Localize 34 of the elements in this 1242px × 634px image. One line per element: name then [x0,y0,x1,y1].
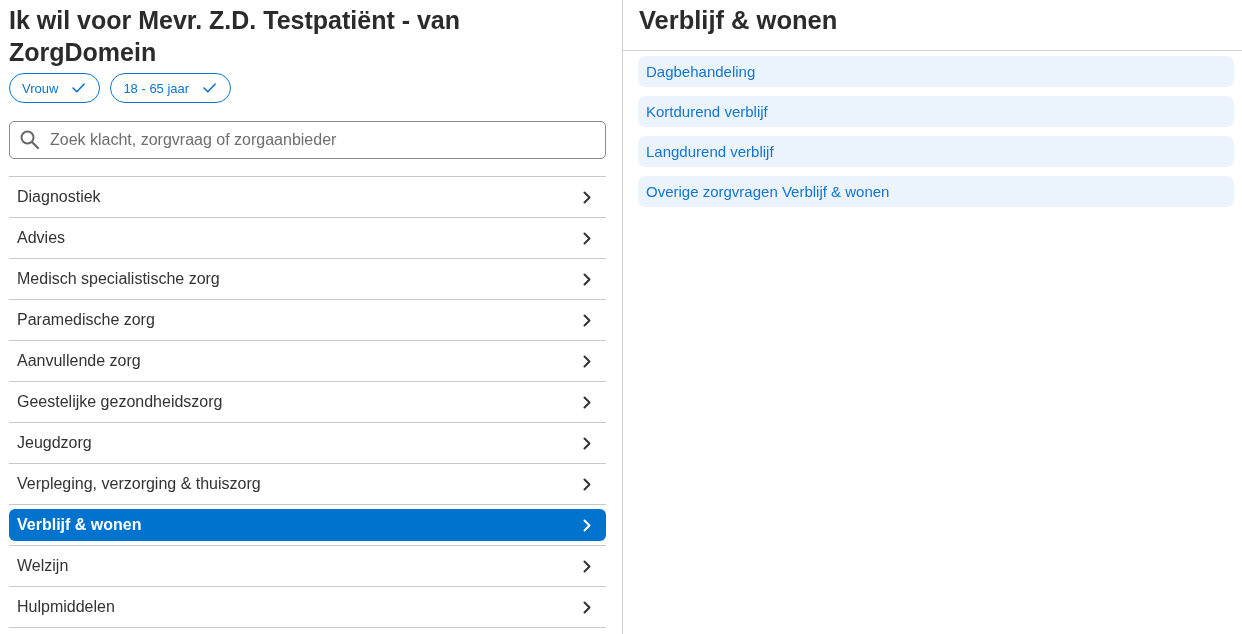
category-item[interactable]: Diagnostiek [9,177,606,217]
care-request-link[interactable]: Overige zorgvragen Verblijf & wonen [638,176,1234,207]
chevron-right-icon [583,395,591,409]
search-field[interactable]: Zoek klacht, zorgvraag of zorgaanbieder [9,121,606,159]
checkmark-icon [203,83,217,93]
section-title: Verblijf & wonen [639,5,838,36]
category-item[interactable]: Geestelijke gezondheidszorg [9,382,606,422]
chevron-right-icon [583,518,591,532]
search-icon [20,130,39,149]
chevron-right-icon [583,272,591,286]
chevron-right-icon [583,600,591,614]
category-item[interactable]: Welzijn [9,546,606,586]
care-request-link[interactable]: Dagbehandeling [638,56,1234,87]
chevron-right-icon [583,231,591,245]
care-request-link[interactable]: Kortdurend verblijf [638,96,1234,127]
chevron-right-icon [583,559,591,573]
category-item[interactable]: Aanvullende zorg [9,341,606,381]
chevron-right-icon [583,313,591,327]
checkmark-icon [72,83,86,93]
category-item[interactable]: Hulpmiddelen [9,587,606,627]
filter-chip[interactable]: 18 - 65 jaar [110,73,232,103]
category-item[interactable]: Verpleging, verzorging & thuiszorg [9,464,606,504]
category-item[interactable]: Verblijf & wonen [9,509,606,541]
category-item[interactable]: Advies [9,218,606,258]
filter-chip[interactable]: Vrouw [9,73,101,103]
chevron-right-icon [583,354,591,368]
chevron-right-icon [583,477,591,491]
category-item[interactable]: Jeugdzorg [9,423,606,463]
chevron-right-icon [583,436,591,450]
chevron-right-icon [583,190,591,204]
category-item[interactable]: Medisch specialistische zorg [9,259,606,299]
page-title: Ik wil voor Mevr. Z.D. Testpatiënt - van ZorgDomein [9,5,462,68]
care-request-link[interactable]: Langdurend verblijf [638,136,1234,167]
category-item[interactable]: Paramedische zorg [9,300,606,340]
